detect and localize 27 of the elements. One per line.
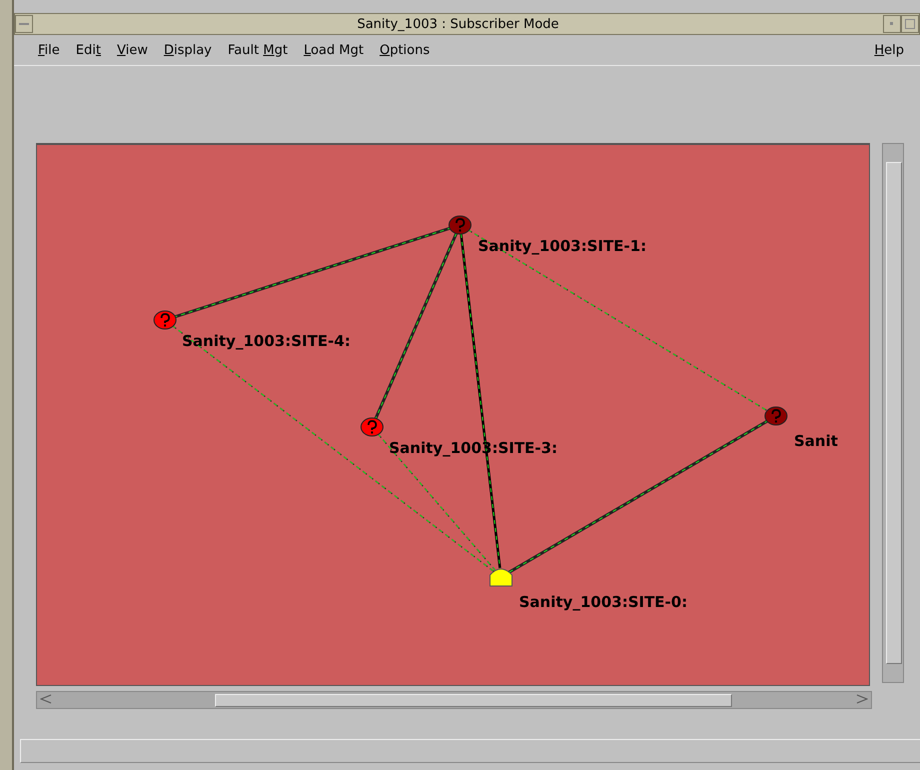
question-node-icon[interactable] — [448, 216, 472, 234]
menu-item[interactable]: File — [30, 40, 68, 60]
minimize-button[interactable] — [883, 15, 901, 33]
scroll-thumb[interactable] — [215, 694, 732, 707]
site-icon[interactable] — [490, 568, 512, 586]
question-node-icon[interactable] — [764, 406, 788, 426]
question-node-icon[interactable] — [154, 310, 176, 330]
site-label: Sanity_1003:SITE-4: — [182, 332, 350, 350]
vertical-scrollbar[interactable] — [882, 143, 904, 683]
menu-item[interactable]: View — [108, 40, 156, 60]
horizontal-scrollbar[interactable] — [36, 691, 872, 709]
help-menu[interactable]: Help — [866, 40, 912, 60]
site-label: Sanity_1003:SITE-1: — [478, 237, 646, 255]
menu-item[interactable]: Display — [156, 40, 220, 60]
site-label: Sanit — [794, 432, 838, 450]
site-label: Sanity_1003:SITE-0: — [519, 593, 688, 611]
window-menu-button[interactable] — [15, 15, 33, 33]
menu-item[interactable]: Fault Mgt — [220, 40, 296, 60]
window-title: Sanity_1003 : Subscriber Mode — [356, 16, 560, 32]
square-icon — [905, 19, 915, 29]
menu-item[interactable]: Options — [372, 40, 438, 60]
scroll-thumb[interactable] — [886, 162, 902, 664]
menu-item[interactable]: Edit — [68, 40, 109, 60]
question-node-icon[interactable] — [360, 418, 384, 436]
bar-icon — [19, 22, 29, 26]
menu-item[interactable]: Load Mgt — [296, 40, 372, 60]
maximize-button[interactable] — [901, 15, 919, 33]
